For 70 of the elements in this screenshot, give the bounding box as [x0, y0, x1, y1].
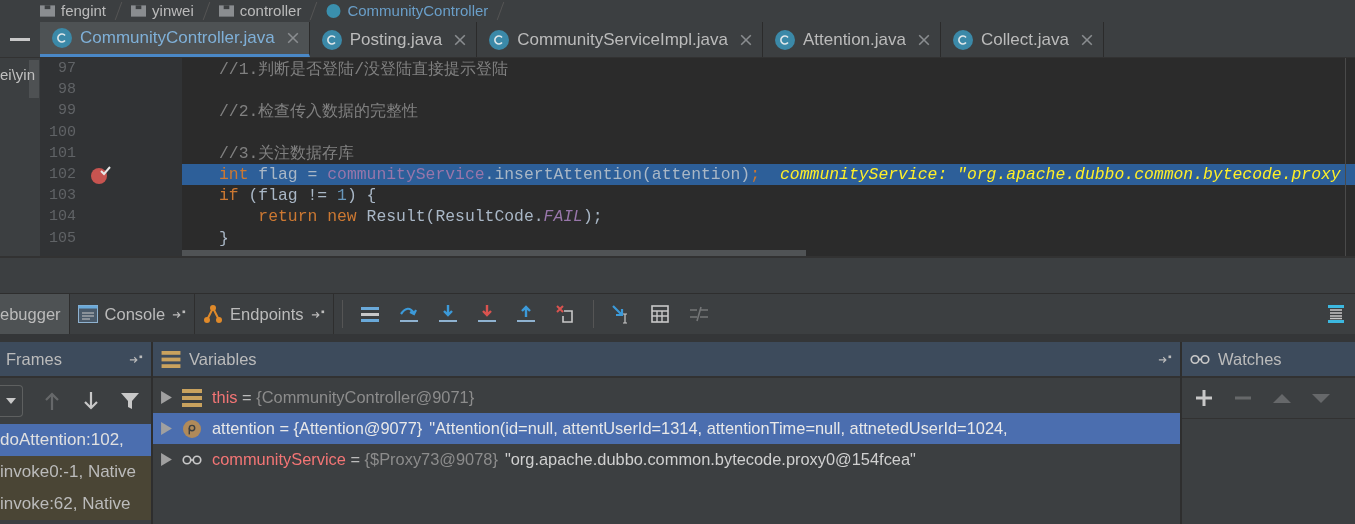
- editor-tab[interactable]: CommunityController.java: [40, 22, 310, 57]
- thread-dropdown[interactable]: [0, 385, 23, 417]
- breadcrumb-item[interactable]: CommunityController: [347, 1, 489, 21]
- folder-icon: [40, 4, 55, 18]
- stack-frame[interactable]: doAttention:102,: [0, 424, 151, 456]
- breadcrumb-item[interactable]: yinwei: [152, 1, 194, 21]
- add-icon[interactable]: [1194, 388, 1214, 408]
- caret-icon: [6, 398, 16, 404]
- drop-frame-icon[interactable]: [555, 304, 575, 324]
- step-out-icon[interactable]: [516, 304, 536, 324]
- spool-icon[interactable]: [1325, 304, 1346, 324]
- class-icon: [774, 29, 795, 50]
- project-path-text: ei\yin: [0, 66, 36, 83]
- folder-icon: [131, 4, 147, 18]
- variable-value: this = {CommunityController@9071}: [212, 388, 475, 407]
- debugger-tab[interactable]: Console: [69, 294, 196, 334]
- close-icon[interactable]: [286, 32, 299, 44]
- variables-icon: [161, 350, 181, 368]
- close-icon[interactable]: [454, 33, 467, 46]
- expand-arrow-icon[interactable]: [161, 453, 172, 466]
- breadcrumb-item[interactable]: fengint: [61, 1, 107, 21]
- pin-icon[interactable]: [1158, 354, 1172, 364]
- folder-icon: [218, 4, 234, 18]
- breadcrumb-item[interactable]: controller: [239, 1, 302, 21]
- class-icon: [52, 28, 72, 48]
- panel-title: Watches: [1218, 349, 1282, 369]
- close-icon[interactable]: [1080, 33, 1093, 46]
- code-line: if (flag != 1) {: [219, 186, 377, 206]
- variable-value: attention = {Attention@9077} "Attention(id=null, attentUserId=1314, attentionTime=null, attnetedUserId=1024,: [212, 419, 1008, 438]
- pin-icon[interactable]: [310, 309, 325, 319]
- fields-icon: [182, 388, 202, 407]
- stack-frame[interactable]: invoke:62, Native: [0, 488, 151, 520]
- nodes-icon: [203, 304, 224, 324]
- step-into-icon[interactable]: [438, 304, 458, 324]
- down-arrow-icon[interactable]: [81, 391, 101, 411]
- class-icon: [952, 29, 973, 50]
- evaluate-icon[interactable]: [650, 304, 670, 324]
- layout-icon[interactable]: [360, 304, 380, 324]
- minimize-icon[interactable]: [10, 37, 30, 42]
- code-line: //1.判断是否登陆/没登陆直接提示登陆: [219, 58, 509, 80]
- parameter-icon: [182, 419, 202, 438]
- close-icon[interactable]: [739, 33, 752, 46]
- code-line: //3.关注数据存库: [219, 143, 355, 165]
- editor-tab[interactable]: Collect.java: [940, 22, 1104, 57]
- variable-value: communityService = {$Proxy73@9078} "org.apache.dubbo.common.bytecode.proxy0@154fcea": [212, 450, 916, 469]
- debugger-tab[interactable]: Endpoints: [195, 294, 334, 334]
- pin-icon[interactable]: [172, 309, 187, 319]
- force-step-into-icon[interactable]: [477, 304, 497, 324]
- code-line: int flag = communityService.insertAttention(attention);: [219, 165, 761, 185]
- editor-tab[interactable]: Attention.java: [762, 22, 941, 57]
- horizontal-scrollbar[interactable]: [182, 250, 806, 256]
- expand-arrow-icon[interactable]: [161, 391, 172, 404]
- editor-tab[interactable]: CommunityServiceImpl.java: [477, 22, 763, 57]
- inline-debug-value: communityService: "org.apache.dubbo.common.bytecode.proxy: [780, 165, 1341, 185]
- filter-icon[interactable]: [120, 391, 140, 411]
- class-icon: [321, 29, 342, 50]
- breakpoint-icon[interactable]: [91, 164, 111, 185]
- class-icon: [326, 4, 342, 18]
- stack-frame[interactable]: invoke0:-1, Native: [0, 456, 151, 488]
- panel-title: Frames: [6, 349, 62, 369]
- console-icon: [77, 304, 98, 324]
- editor-tab[interactable]: Posting.java: [309, 22, 478, 57]
- pin-icon[interactable]: [129, 354, 143, 364]
- code-line: }: [219, 228, 229, 248]
- code-line: //2.检查传入数据的完整性: [219, 100, 419, 122]
- code-line: return new Result(ResultCode.FAIL);: [257, 207, 603, 227]
- debugger-tab[interactable]: ebugger: [0, 294, 70, 334]
- class-icon: [489, 29, 510, 50]
- close-icon[interactable]: [917, 33, 930, 46]
- panel-title: Variables: [189, 349, 257, 369]
